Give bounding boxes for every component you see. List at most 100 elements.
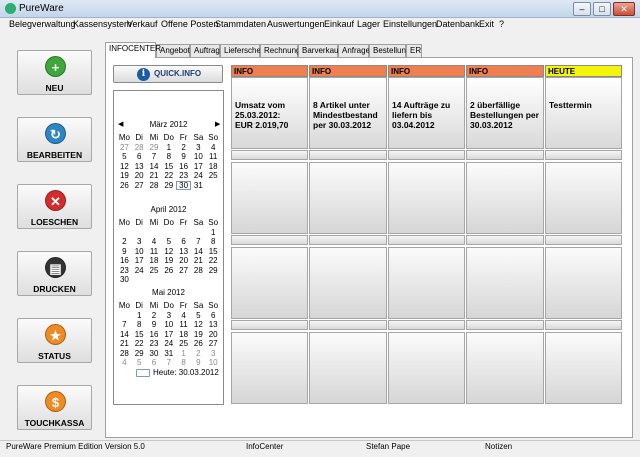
calendar-day[interactable]: 26	[161, 266, 176, 276]
calendar-day[interactable]: 15	[132, 330, 147, 340]
info-card-orders[interactable]: 14 Aufträge zu liefern bis 03.04.2012	[388, 77, 465, 149]
calendar-day[interactable]: 17	[132, 256, 147, 266]
touchkassa-button[interactable]: $ TOUCHKASSA	[17, 385, 92, 430]
calendar-day[interactable]: 5	[161, 237, 176, 247]
calendar-day[interactable]: 10	[132, 247, 147, 257]
calendar-day[interactable]: 12	[161, 247, 176, 257]
calendar-day[interactable]: 29	[161, 181, 176, 191]
calendar-day[interactable]: 21	[117, 339, 132, 349]
calendar-day[interactable]: 27	[206, 339, 221, 349]
empty-tile[interactable]	[545, 162, 622, 234]
calendar-day[interactable]: 24	[191, 171, 206, 181]
calendar-day[interactable]: 1	[132, 311, 147, 321]
calendar-day[interactable]: 7	[191, 237, 206, 247]
calendar-day[interactable]: 27	[132, 181, 147, 191]
edit-button[interactable]: ↻ BEARBEITEN	[17, 117, 92, 162]
menu-einkauf[interactable]: Einkauf	[324, 19, 354, 29]
empty-tile[interactable]	[466, 332, 544, 404]
print-button[interactable]: ▤ DRUCKEN	[17, 251, 92, 296]
calendar-day[interactable]: 3	[191, 143, 206, 153]
new-button[interactable]: + NEU	[17, 50, 92, 95]
calendar-day[interactable]: 16	[117, 256, 132, 266]
calendar-day[interactable]: 3	[132, 237, 147, 247]
calendar-day[interactable]: 2	[147, 311, 162, 321]
status-notes[interactable]: Notizen	[485, 442, 512, 451]
tab-barverkauf[interactable]: Barverkauf	[298, 44, 341, 57]
calendar-day[interactable]: 8	[206, 237, 221, 247]
menu-kassensystem[interactable]: Kassensystem	[73, 19, 132, 29]
empty-tile[interactable]	[466, 162, 544, 234]
calendar-day[interactable]: 8	[132, 320, 147, 330]
empty-tile[interactable]	[545, 247, 622, 319]
calendar-day[interactable]: 9	[117, 247, 132, 257]
calendar-day[interactable]: 10	[191, 152, 206, 162]
calendar-day[interactable]: 12	[191, 320, 206, 330]
calendar-day[interactable]: 28	[117, 349, 132, 359]
calendar-day[interactable]: 7	[117, 320, 132, 330]
calendar-day[interactable]: 21	[147, 171, 162, 181]
empty-tile[interactable]	[309, 332, 387, 404]
calendar-day[interactable]: 11	[176, 320, 191, 330]
calendar-day[interactable]: 13	[132, 162, 147, 172]
calendar-day[interactable]: 2	[117, 237, 132, 247]
empty-tile[interactable]	[388, 162, 465, 234]
calendar-day[interactable]: 27	[117, 143, 132, 153]
calendar-day[interactable]: 20	[132, 171, 147, 181]
calendar-day[interactable]: 5	[132, 358, 147, 368]
empty-tile[interactable]	[231, 332, 308, 404]
calendar-day[interactable]: 6	[132, 152, 147, 162]
close-icon[interactable]: ✕	[613, 2, 635, 16]
calendar-day[interactable]: 8	[161, 152, 176, 162]
info-card-purchase-orders[interactable]: 2 überfällige Bestellungen per 30.03.201…	[466, 77, 544, 149]
calendar-day[interactable]: 21	[191, 256, 206, 266]
calendar-day[interactable]: 14	[147, 162, 162, 172]
calendar-day[interactable]: 14	[117, 330, 132, 340]
calendar-day[interactable]: 10	[206, 358, 221, 368]
status-button[interactable]: ★ STATUS	[17, 318, 92, 363]
calendar-day[interactable]: 26	[117, 181, 132, 191]
calendar-day[interactable]: 19	[191, 330, 206, 340]
calendar-day[interactable]: 15	[161, 162, 176, 172]
calendar-day[interactable]: 29	[206, 266, 221, 276]
delete-button[interactable]: ✕ LOESCHEN	[17, 184, 92, 229]
quickinfo-button[interactable]: i QUICK.INFO	[113, 65, 223, 83]
tab-angebot[interactable]: Angebot	[156, 44, 190, 57]
menu-datenbank[interactable]: Datenbank	[436, 19, 480, 29]
calendar-day[interactable]: 28	[147, 181, 162, 191]
calendar-day[interactable]: 28	[132, 143, 147, 153]
calendar-month-grid[interactable]: Mo Di Mi Do Fr Sa So 27 28 29 1 2 3 4 5 6 7 8 9 10 11 12 13 14 1…	[117, 133, 221, 190]
calendar-day[interactable]: 27	[176, 266, 191, 276]
tab-auftrag[interactable]: Auftrag	[190, 44, 220, 57]
calendar-day[interactable]: 7	[161, 358, 176, 368]
tab-rechnung[interactable]: Rechnung	[260, 44, 300, 57]
calendar-day[interactable]: 6	[176, 237, 191, 247]
calendar-day[interactable]: 1	[206, 228, 221, 238]
calendar-day[interactable]: 24	[161, 339, 176, 349]
calendar-day[interactable]: 18	[147, 256, 162, 266]
menu-exit[interactable]: Exit	[479, 19, 494, 29]
calendar-day[interactable]: 25	[206, 171, 221, 181]
calendar-day[interactable]: 3	[206, 349, 221, 359]
calendar-day[interactable]: 30	[176, 180, 191, 190]
info-card-revenue[interactable]: Umsatz vom 25.03.2012: EUR 2.019,70	[231, 77, 308, 149]
menu-auswertungen[interactable]: Auswertungen	[267, 19, 325, 29]
calendar-day[interactable]: 5	[117, 152, 132, 162]
calendar-day[interactable]: 4	[147, 237, 162, 247]
calendar-day[interactable]: 6	[147, 358, 162, 368]
maximize-icon[interactable]: □	[593, 2, 611, 16]
calendar-day[interactable]: 28	[191, 266, 206, 276]
calendar-day[interactable]: 5	[191, 311, 206, 321]
calendar-month-grid[interactable]: MoDiMiDoFrSaSo00000012345678910111213141…	[117, 218, 221, 285]
calendar-day[interactable]: 13	[176, 247, 191, 257]
calendar-day[interactable]: 12	[117, 162, 132, 172]
calendar-day[interactable]: 2	[176, 143, 191, 153]
calendar-day[interactable]: 7	[147, 152, 162, 162]
menu-help[interactable]: ?	[499, 19, 504, 29]
empty-tile[interactable]	[388, 247, 465, 319]
calendar-day[interactable]: 1	[176, 349, 191, 359]
calendar-day[interactable]: 23	[117, 266, 132, 276]
calendar-day[interactable]: 8	[176, 358, 191, 368]
empty-tile[interactable]	[231, 247, 308, 319]
calendar-day[interactable]: 31	[161, 349, 176, 359]
calendar-day[interactable]: 15	[206, 247, 221, 257]
